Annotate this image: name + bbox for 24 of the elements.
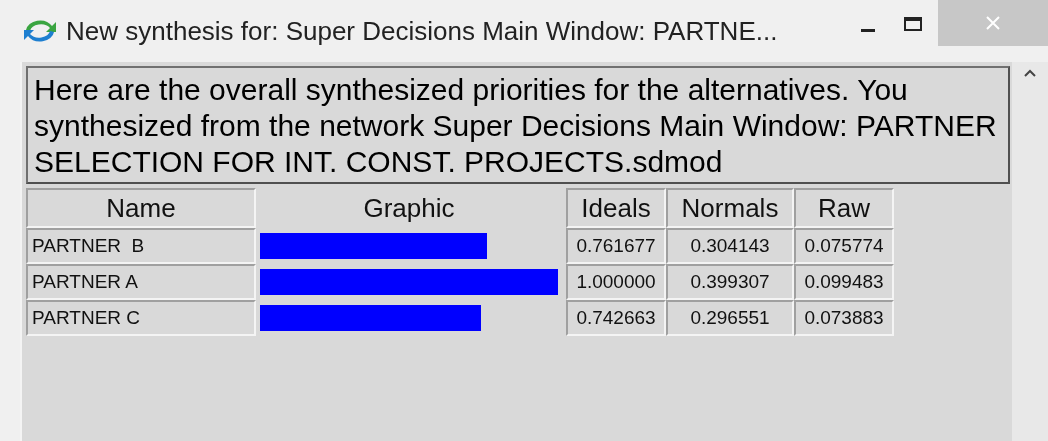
column-header: Raw: [794, 188, 894, 228]
table-cell: 0.075774: [794, 228, 894, 264]
table-cell: PARTNER A: [26, 264, 256, 300]
table-cell: PARTNER C: [26, 300, 256, 336]
window-title: New synthesis for: Super Decisions Main Window: PARTNE...: [66, 14, 778, 48]
column-header: Name: [26, 188, 256, 228]
column-header: Normals: [666, 188, 794, 228]
column-header: Graphic: [362, 191, 456, 225]
table-cell: 1.000000: [566, 264, 666, 300]
maximize-icon: [904, 17, 922, 31]
table-cell: PARTNER B: [26, 228, 256, 264]
table-cell: 0.761677: [566, 228, 666, 264]
table-cell: 0.399307: [666, 264, 794, 300]
table-cell: 0.296551: [666, 300, 794, 336]
table-cell: 0.099483: [794, 264, 894, 300]
minimize-icon: [861, 29, 875, 33]
scrollbar[interactable]: [1012, 62, 1048, 441]
message-panel: Here are the overall synthesized priorities for the alternatives. You synthesized from the network Super Decisions Main Window: PARTNER SELECTION FOR INT. CONST. PROJECTS.sdmod: [26, 66, 1010, 184]
scroll-up-icon: [1023, 68, 1037, 78]
table-cell: 0.304143: [666, 228, 794, 264]
table-cell: 0.073883: [794, 300, 894, 336]
table-cell: 0.742663: [566, 300, 666, 336]
column-header: Ideals: [566, 188, 666, 228]
close-icon: [985, 15, 1001, 31]
